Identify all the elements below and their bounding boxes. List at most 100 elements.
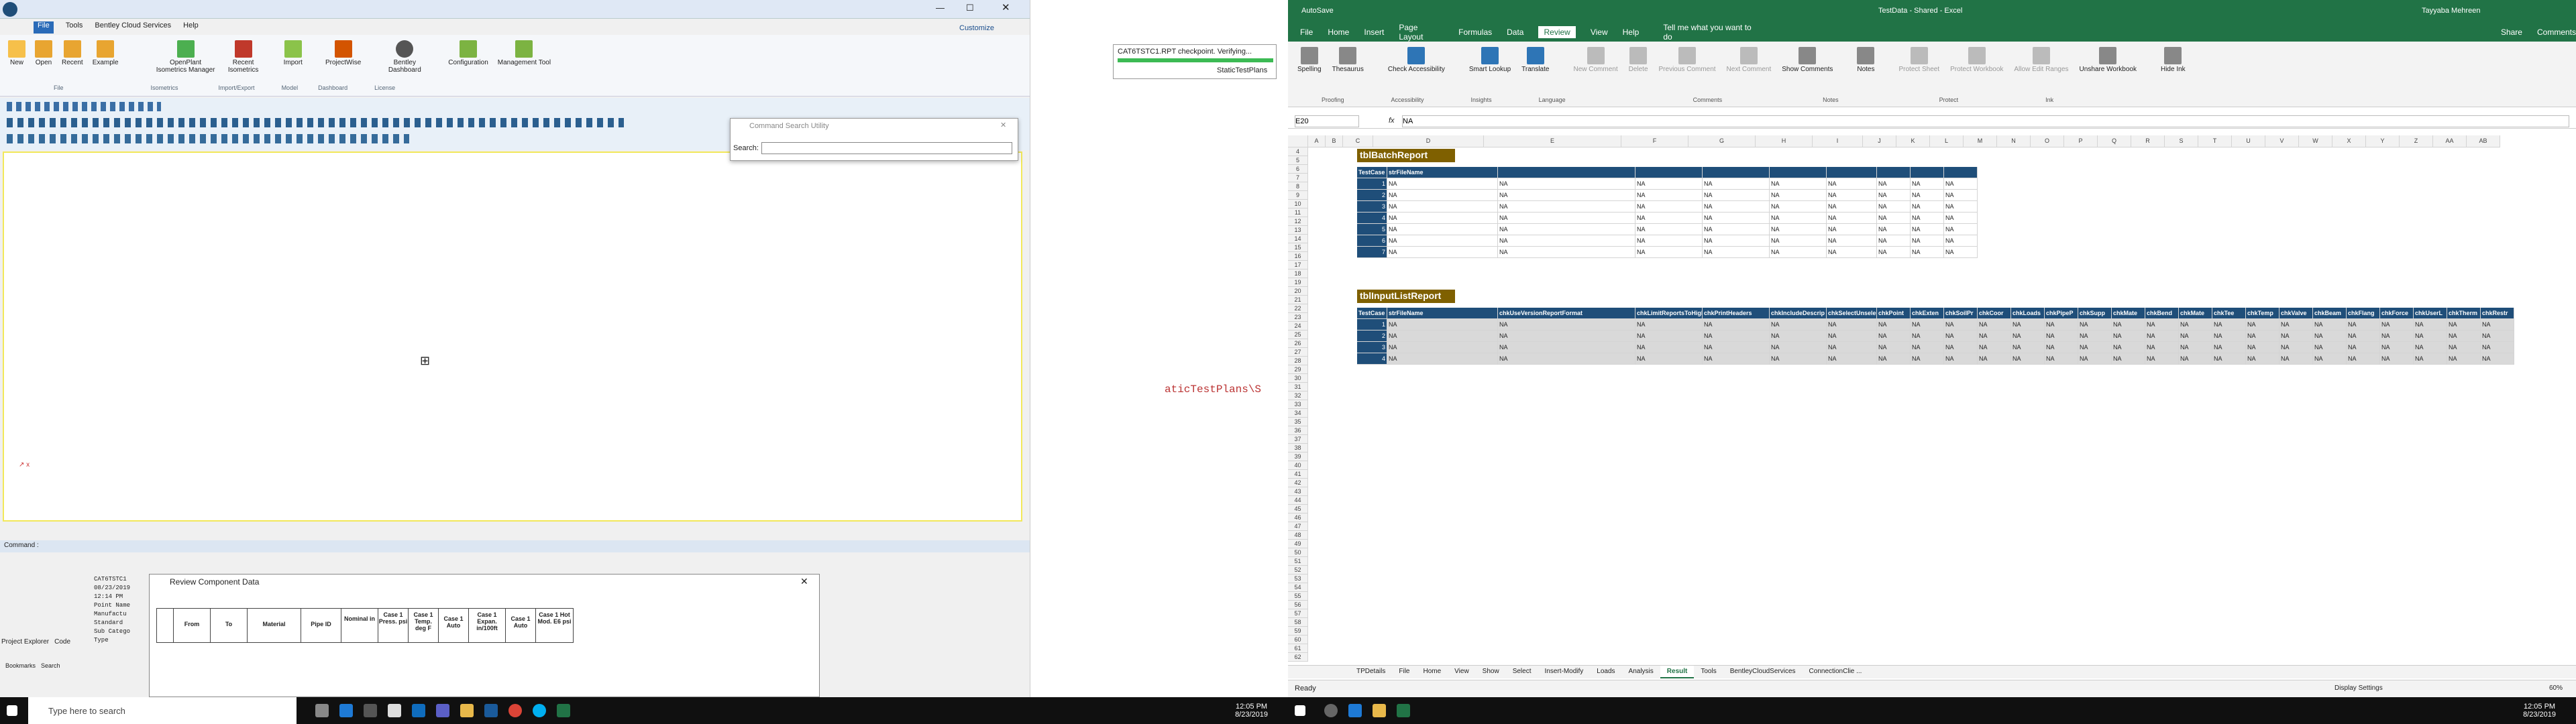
table-cell[interactable]: NA [1944,235,1978,247]
outlook-icon[interactable] [407,701,431,721]
thesaurus-button[interactable]: Thesaurus [1330,47,1366,73]
row-header[interactable]: 55 [1288,592,1308,601]
table-cell[interactable]: NA [1827,342,1877,353]
sheet-tab[interactable]: BentleyCloudServices [1723,666,1803,678]
table-cell[interactable]: NA [2045,319,2078,330]
table-cell[interactable]: NA [2212,319,2246,330]
table-cell[interactable]: 2 [1357,330,1387,342]
row-header[interactable]: 54 [1288,583,1308,592]
table-cell[interactable]: NA [1827,190,1877,201]
table-cell[interactable]: NA [2179,330,2212,342]
table-cell[interactable]: NA [2246,319,2279,330]
row-header[interactable]: 15 [1288,243,1308,252]
table-cell[interactable]: NA [2347,319,2380,330]
table-cell[interactable]: NA [1770,178,1827,190]
minimize-icon[interactable]: — [936,3,945,13]
table-cell[interactable]: NA [1944,213,1978,224]
table-cell[interactable]: 3 [1357,201,1387,213]
table-cell[interactable]: NA [2078,319,2112,330]
tab-bookmarks[interactable]: Bookmarks [5,662,36,669]
excel-icon-2[interactable] [1391,701,1415,721]
management-tool-button[interactable]: Management Tool [495,40,553,74]
row-header[interactable]: 17 [1288,261,1308,269]
table-cell[interactable]: NA [1978,342,2011,353]
table-cell[interactable]: NA [2078,353,2112,365]
table-cell[interactable]: NA [1827,353,1877,365]
select-all-corner[interactable] [1288,135,1308,147]
table-cell[interactable]: NA [1944,330,1978,342]
isometrics-manager-button[interactable]: OpenPlant Isometrics Manager [152,40,219,74]
tab-data[interactable]: Data [1507,27,1523,37]
row-header[interactable]: 7 [1288,174,1308,182]
table-cell[interactable]: NA [1703,353,1770,365]
table-cell[interactable]: NA [2313,353,2347,365]
table-cell[interactable]: NA [2212,353,2246,365]
table-cell[interactable]: NA [2011,353,2045,365]
sheet-tab[interactable]: Insert-Modify [1538,666,1590,678]
spelling-button[interactable]: Spelling [1295,47,1324,73]
table-cell[interactable]: NA [1911,213,1944,224]
column-header[interactable]: J [1863,135,1896,147]
column-header[interactable]: D [1373,135,1484,147]
table-cell[interactable]: NA [2380,319,2414,330]
table-cell[interactable]: NA [1944,247,1978,258]
table-cell[interactable]: NA [2380,330,2414,342]
excel-icon[interactable] [551,701,576,721]
table-cell[interactable]: NA [1911,190,1944,201]
table-cell[interactable]: NA [2347,353,2380,365]
table-cell[interactable]: NA [1770,247,1827,258]
row-header[interactable]: 26 [1288,339,1308,348]
table-cell[interactable]: NA [1387,224,1498,235]
table-cell[interactable]: 3 [1357,342,1387,353]
table-cell[interactable]: NA [1387,342,1498,353]
table-cell[interactable]: NA [1827,247,1877,258]
configuration-button[interactable]: Configuration [445,40,490,74]
row-header[interactable]: 41 [1288,470,1308,479]
table-cell[interactable]: NA [2011,342,2045,353]
new-comment-button[interactable]: New Comment [1570,47,1620,73]
table-cell[interactable]: NA [1944,342,1978,353]
table-cell[interactable]: NA [2011,319,2045,330]
table-cell[interactable]: NA [1387,353,1498,365]
maximize-icon[interactable]: ☐ [966,3,974,13]
sheet-tab[interactable]: Loads [1590,666,1621,678]
table-cell[interactable]: NA [1911,330,1944,342]
table-cell[interactable]: NA [1387,330,1498,342]
table-cell[interactable]: NA [1498,235,1635,247]
table-cell[interactable]: NA [2246,342,2279,353]
toolbar-row-3[interactable] [7,134,409,143]
table-cell[interactable]: NA [1978,319,2011,330]
open-button[interactable]: Open [32,40,55,74]
check-accessibility-button[interactable]: Check Accessibility [1385,47,1448,73]
column-header[interactable]: W [2299,135,2332,147]
table-cell[interactable]: NA [1498,319,1635,330]
table-cell[interactable]: NA [2179,353,2212,365]
explorer-icon[interactable] [455,701,479,721]
column-header[interactable]: C [1343,135,1373,147]
table-cell[interactable]: NA [1827,330,1877,342]
row-header[interactable]: 14 [1288,235,1308,243]
row-header[interactable]: 6 [1288,165,1308,174]
table-cell[interactable]: NA [2481,330,2514,342]
table-cell[interactable]: 5 [1357,224,1387,235]
notes-button[interactable]: Notes [1854,47,1877,73]
table-cell[interactable]: NA [2347,330,2380,342]
review-close-icon[interactable]: ✕ [800,576,808,587]
table-cell[interactable]: NA [2414,319,2447,330]
table-cell[interactable]: NA [1877,330,1911,342]
row-header[interactable]: 5 [1288,156,1308,165]
column-header[interactable]: L [1930,135,1964,147]
tab-file[interactable]: File [1300,27,1313,37]
table-cell[interactable]: 4 [1357,353,1387,365]
row-header[interactable]: 38 [1288,444,1308,452]
table-cell[interactable]: NA [1635,178,1703,190]
row-header[interactable]: 25 [1288,330,1308,339]
table-cell[interactable]: NA [1635,190,1703,201]
table-cell[interactable]: NA [2078,342,2112,353]
prev-comment-button[interactable]: Previous Comment [1656,47,1719,73]
table-cell[interactable]: NA [1877,224,1911,235]
table-cell[interactable]: NA [1703,213,1770,224]
table-cell[interactable]: NA [1635,247,1703,258]
table-cell[interactable]: NA [1387,178,1498,190]
row-header[interactable]: 24 [1288,322,1308,330]
